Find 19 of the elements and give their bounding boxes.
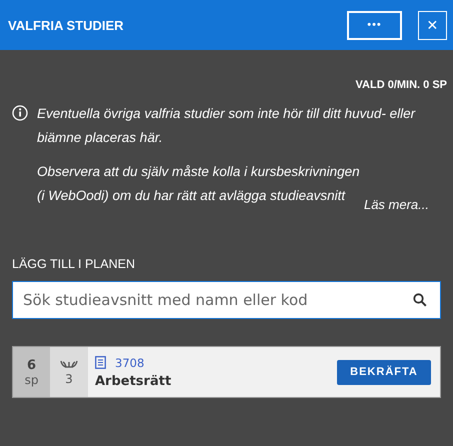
- confirm-button[interactable]: BEKRÄFTA: [337, 360, 431, 384]
- info-text: Observera att du själv måste kolla i kursbeskrivningen (i WebOodi) om du har rätt att avlägga studieavsnitt: [37, 163, 361, 205]
- search-field[interactable]: Sök studieavsnitt med namn eller kod: [12, 281, 441, 319]
- info-text: Eventuella övriga valfria studier som inte hör till ditt huvud- eller biämne placeras här.: [37, 105, 416, 147]
- credits-summary: VALD 0/MIN. 0 SP: [354, 78, 447, 91]
- read-more-link[interactable]: Läs mera...: [364, 197, 429, 212]
- level-value: 3: [65, 372, 73, 386]
- section-heading: LÄGG TILL I PLANEN: [12, 257, 136, 271]
- close-button[interactable]: ✕: [418, 10, 447, 40]
- document-icon: [95, 356, 106, 369]
- search-icon[interactable]: [413, 293, 427, 307]
- more-button[interactable]: •••: [347, 10, 402, 40]
- laurel-icon: [59, 358, 79, 368]
- course-name: Arbetsrätt: [95, 374, 172, 388]
- panel-title: VALFRIA STUDIER: [8, 18, 125, 32]
- credit-unit: sp: [24, 372, 38, 386]
- credit-value: 6: [26, 358, 36, 372]
- course-code: 3708: [115, 356, 144, 370]
- info-icon: [12, 105, 28, 121]
